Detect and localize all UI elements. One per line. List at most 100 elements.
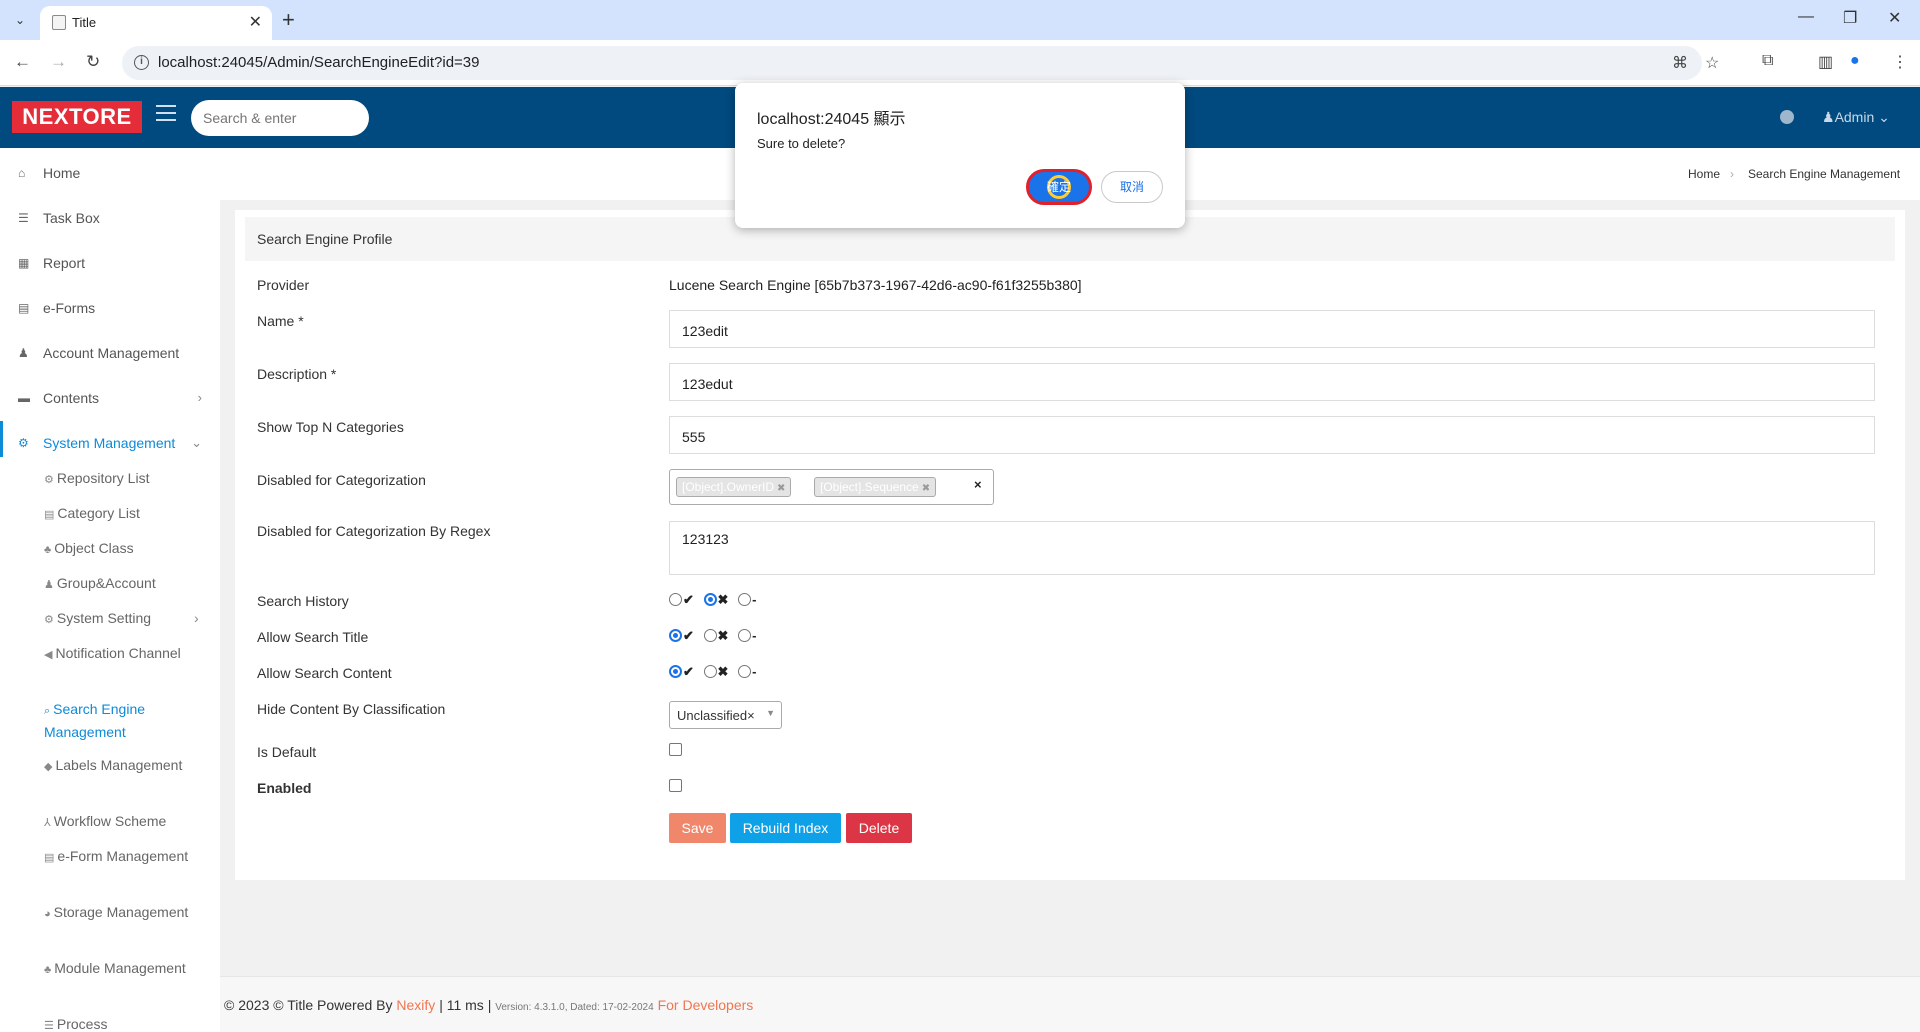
chevron-right-icon: › — [197, 390, 202, 405]
search-history-no-radio[interactable] — [703, 593, 717, 606]
allow-title-yes-radio[interactable] — [669, 629, 682, 642]
side-panel-icon[interactable]: ▥ — [1818, 52, 1833, 72]
tag-chip: [Object].Sequence ✖ — [814, 477, 937, 497]
allow-title-none-radio[interactable] — [738, 629, 752, 642]
url-text[interactable]: localhost:24045/Admin/SearchEngineEdit?i… — [158, 54, 479, 71]
remove-selection-icon[interactable]: × — [747, 708, 755, 723]
hide-content-select[interactable]: Unclassified× ▼ — [669, 701, 782, 729]
sidebar-subitem-label: Process — [56, 1016, 108, 1032]
dialog-ok-label: 確定 — [1046, 180, 1071, 194]
sidebar-subitem-labels-management[interactable]: ◆ Labels Management — [44, 755, 204, 778]
globe-icon[interactable] — [1780, 110, 1794, 124]
browser-menu-icon[interactable]: ⋮ — [1892, 52, 1908, 72]
x-icon: ✖ — [717, 628, 729, 643]
profile-icon[interactable]: ● — [1850, 52, 1860, 70]
description-input[interactable]: 123edut — [669, 363, 1875, 401]
rebuild-index-button[interactable]: Rebuild Index — [730, 813, 841, 843]
allow-title-no-radio[interactable] — [703, 629, 717, 642]
remove-tag-icon[interactable]: ✖ — [922, 483, 930, 494]
breadcrumb-current: Search Engine Management — [1748, 167, 1901, 181]
allow-content-no-radio[interactable] — [703, 665, 717, 678]
sidebar-subitem-notification-channel[interactable]: ◀ Notification Channel — [44, 643, 204, 666]
provider-value: Lucene Search Engine [65b7b373-1967-42d6… — [669, 277, 1082, 293]
admin-label: Admin — [1834, 109, 1875, 125]
back-icon[interactable]: ← — [14, 52, 31, 72]
search-history-yes-radio[interactable] — [669, 593, 682, 606]
sidebar-subitem-workflow-scheme[interactable]: ⅄ Workflow Scheme — [44, 811, 204, 834]
sidebar-subitem-label: Search Engine Management — [44, 701, 146, 740]
disabled-regex-textarea[interactable]: 123123 — [669, 521, 1875, 575]
sidebar-item-system-management[interactable]: ⚙ System Management ⌄ — [0, 430, 220, 460]
url-omnibox[interactable]: i localhost:24045/Admin/SearchEngineEdit… — [122, 46, 1719, 80]
sidebar-item-home[interactable]: ⌂ Home — [0, 160, 220, 190]
sidebar-subitem-search-engine-management[interactable]: ⌕ Search Engine Management — [44, 699, 204, 743]
hamburger-menu-icon[interactable] — [156, 105, 176, 121]
extensions-icon[interactable]: ⧉ — [1762, 52, 1773, 70]
sidebar-subitem-label: Repository List — [56, 470, 150, 486]
sidebar-subitem-repository-list[interactable]: ⚙ Repository List — [44, 468, 204, 491]
dialog-ok-button[interactable]: 確定 — [1026, 169, 1092, 205]
tags-icon: ◆ — [44, 761, 53, 773]
tab-search-button[interactable]: ⌄ — [8, 8, 32, 32]
sidebar-subitem-label: e-Form Management — [57, 848, 189, 864]
sidebar-subitem-object-class[interactable]: ♣ Object Class — [44, 538, 204, 561]
allow-search-content-label: Allow Search Content — [257, 665, 392, 681]
breadcrumb-separator-icon: › — [1730, 167, 1734, 181]
search-history-none-radio[interactable] — [738, 593, 752, 606]
sidebar-subitem-group-account[interactable]: ♟ Group&Account — [44, 573, 204, 596]
admin-user-menu[interactable]: ♟Admin ⌄ — [1822, 109, 1890, 126]
sidebar-subitem-category-list[interactable]: ▤ Category List — [44, 503, 204, 526]
remove-tag-icon[interactable]: ✖ — [777, 483, 785, 494]
user-icon: ♟ — [44, 579, 54, 591]
allow-content-none-radio[interactable] — [738, 665, 752, 678]
dash-icon: - — [752, 664, 757, 679]
sidebar-item-e-forms[interactable]: ▤ e-Forms — [0, 295, 220, 325]
for-developers-link[interactable]: For Developers — [658, 997, 754, 1013]
sidebar-item-task-box[interactable]: ☰ Task Box — [0, 205, 220, 235]
sidebar-item-label: System Management — [43, 435, 176, 451]
close-tab-icon[interactable]: ✕ — [249, 12, 262, 32]
sidebar-subitem-process[interactable]: ☰ Process — [44, 1014, 204, 1032]
name-input[interactable]: 123edit — [669, 310, 1875, 348]
nexify-link[interactable]: Nexify — [396, 997, 435, 1013]
browser-tab[interactable]: Title ✕ — [40, 6, 272, 40]
sidebar-subitem-e-form-management[interactable]: ▤ e-Form Management — [44, 846, 204, 869]
form-icon: ▤ — [44, 852, 55, 864]
sidebar-subitem-system-setting[interactable]: ⚙ System Setting › — [44, 608, 204, 631]
nextore-logo[interactable]: NEXTORE — [12, 101, 142, 133]
version-text: Version: 4.3.1.0, Dated: 17-02-2024 — [495, 1002, 654, 1013]
form-icon: ▤ — [18, 301, 30, 315]
search-input[interactable] — [191, 100, 369, 136]
disabled-categorization-label: Disabled for Categorization — [257, 472, 426, 488]
sidebar-item-label: e-Forms — [43, 300, 96, 316]
forward-icon[interactable]: → — [50, 52, 67, 72]
browser-tab-bar: ⌄ Title ✕ + — ❐ ✕ — [0, 0, 1920, 40]
top-n-categories-input[interactable]: 555 — [669, 416, 1875, 454]
sidebar-item-report[interactable]: ▦ Report — [0, 250, 220, 280]
enabled-checkbox[interactable] — [669, 779, 682, 792]
is-default-checkbox[interactable] — [669, 743, 682, 756]
dialog-cancel-button[interactable]: 取消 — [1101, 171, 1163, 203]
sidebar-item-contents[interactable]: ▬ Contents › — [0, 385, 220, 415]
bookmark-star-icon[interactable]: ☆ — [1705, 53, 1719, 73]
clear-all-icon[interactable]: × — [974, 477, 982, 492]
minimize-icon[interactable]: — — [1798, 8, 1814, 26]
translate-icon[interactable]: ⌘ — [1672, 53, 1688, 73]
allow-content-yes-radio[interactable] — [669, 665, 682, 678]
sidebar-subitem-module-management[interactable]: ♣ Module Management — [44, 958, 204, 981]
restore-icon[interactable]: ❐ — [1843, 8, 1857, 28]
new-tab-button[interactable]: + — [282, 7, 295, 33]
save-button[interactable]: Save — [669, 813, 726, 843]
home-icon: ⌂ — [18, 166, 26, 180]
breadcrumb-home[interactable]: Home — [1688, 167, 1720, 181]
close-window-icon[interactable]: ✕ — [1888, 8, 1901, 28]
table-icon: ▦ — [18, 256, 30, 270]
reload-icon[interactable]: ↻ — [86, 52, 100, 72]
disabled-categorization-multiselect[interactable]: [Object].OwnerID ✖ [Object].Sequence ✖ × — [669, 469, 994, 505]
cogs-icon: ⚙ — [44, 614, 54, 626]
sidebar-item-account-management[interactable]: ♟ Account Management — [0, 340, 220, 370]
site-info-icon[interactable]: i — [134, 55, 149, 70]
dash-icon: - — [752, 592, 757, 607]
sidebar-subitem-storage-management[interactable]: ◕ Storage Management — [44, 902, 204, 925]
delete-button[interactable]: Delete — [846, 813, 912, 843]
